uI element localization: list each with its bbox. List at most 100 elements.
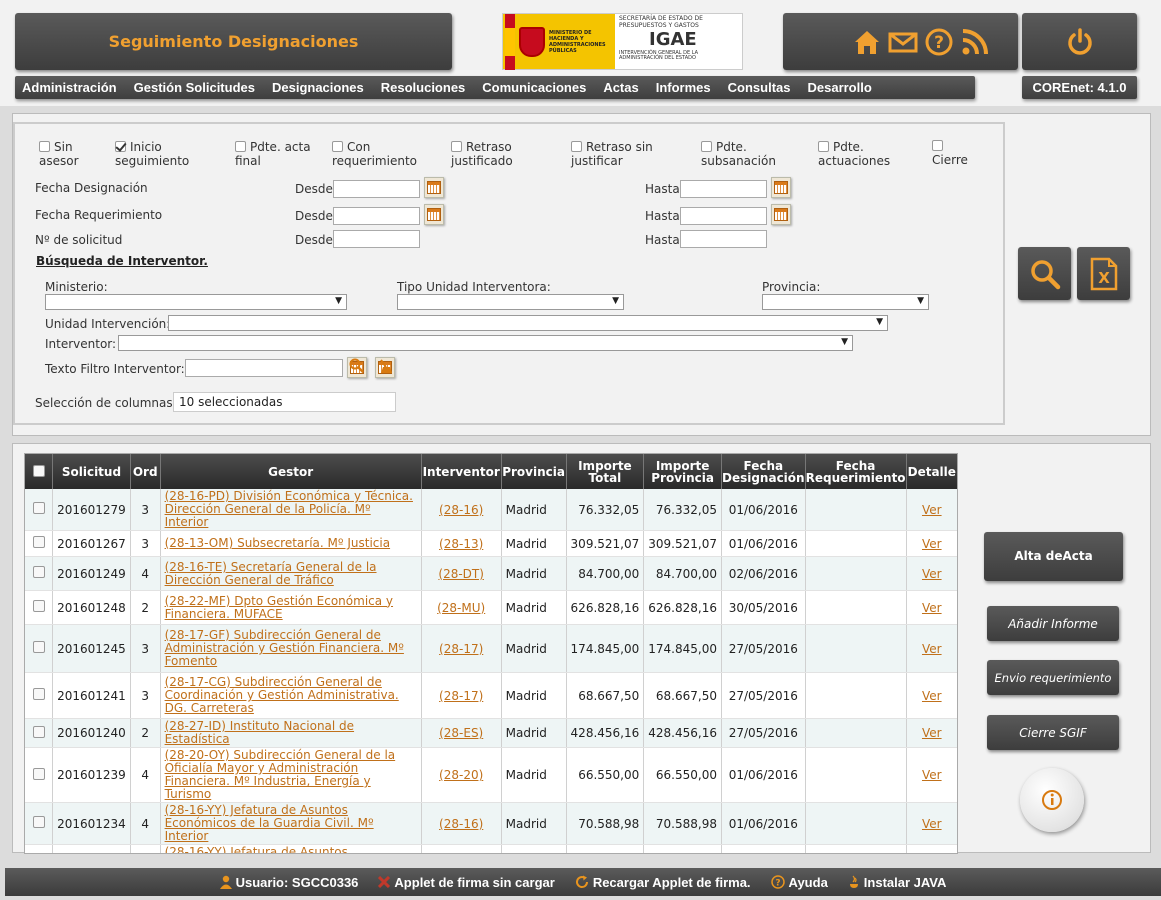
calendar-icon[interactable]: [424, 177, 444, 198]
menu-item-designaciones[interactable]: Designaciones: [265, 80, 370, 95]
ver-link[interactable]: Ver: [922, 817, 942, 831]
ver-link[interactable]: Ver: [922, 726, 942, 740]
gestor-link[interactable]: (28-17-GF) Subdirección General de Admin…: [165, 628, 404, 668]
interventor-link[interactable]: (28-MU): [437, 601, 485, 615]
export-excel-button[interactable]: X: [1077, 247, 1130, 300]
ayuda-text[interactable]: Ayuda: [789, 875, 828, 890]
row-checkbox-cell[interactable]: [25, 747, 54, 803]
power-button[interactable]: [1022, 13, 1137, 70]
interventor-link[interactable]: (28-13): [439, 537, 483, 551]
row-checkbox-cell[interactable]: [25, 672, 54, 719]
interventor-link[interactable]: (28-17): [439, 642, 483, 656]
row-checkbox[interactable]: [32, 536, 45, 548]
fecha-requerimiento-desde-input[interactable]: [333, 207, 420, 225]
interventor-select[interactable]: [118, 335, 853, 351]
checkbox[interactable]: [818, 141, 829, 152]
calendar-icon[interactable]: [771, 177, 791, 198]
footer-instalar-java[interactable]: Instalar JAVA: [848, 875, 947, 890]
checkbox[interactable]: [701, 141, 712, 152]
gestor-link[interactable]: (28-16-PD) División Económica y Técnica.…: [165, 489, 413, 529]
ver-link[interactable]: Ver: [922, 689, 942, 703]
checkbox[interactable]: [39, 141, 50, 152]
menu-item-administracion[interactable]: Administración: [15, 80, 123, 95]
footer-ayuda[interactable]: ? Ayuda: [770, 875, 828, 890]
interventor-link[interactable]: (28-17): [439, 689, 483, 703]
recargar-text[interactable]: Recargar Applet de firma.: [593, 875, 751, 890]
filter-con-requerimiento[interactable]: Con requerimiento: [332, 140, 422, 168]
menu-item-consultas[interactable]: Consultas: [721, 80, 797, 95]
ministerio-select[interactable]: [45, 294, 347, 310]
filter-pdte-subsanacion[interactable]: Pdte. subsanación: [701, 140, 786, 168]
menu-item-actas[interactable]: Actas: [596, 80, 644, 95]
menu-item-gestion-solicitudes[interactable]: Gestión Solicitudes: [127, 80, 261, 95]
anadir-informe-button[interactable]: Añadir Informe: [987, 606, 1119, 641]
filter-pdte-actuaciones[interactable]: Pdte. actuaciones: [818, 140, 898, 168]
checkbox[interactable]: [451, 141, 462, 152]
help-icon[interactable]: ?: [924, 27, 954, 57]
gestor-link[interactable]: (28-16-YY) Jefatura de Asuntos Económico…: [165, 803, 374, 843]
header-ord[interactable]: Ord: [130, 454, 161, 489]
interventor-link[interactable]: (28-16): [439, 817, 483, 831]
header-fecha-requerimiento[interactable]: Fecha Requerimiento: [805, 454, 907, 489]
row-checkbox[interactable]: [32, 725, 45, 738]
ver-link[interactable]: Ver: [922, 503, 942, 517]
alta-de-acta-button[interactable]: Alta de Acta: [984, 532, 1123, 581]
fecha-requerimiento-hasta-input[interactable]: [680, 207, 767, 225]
row-checkbox-cell[interactable]: [25, 556, 54, 591]
header-gestor[interactable]: Gestor: [160, 454, 422, 489]
filter-inicio-seguimiento[interactable]: Inicio seguimiento: [115, 140, 195, 168]
texto-filtro-input[interactable]: [185, 359, 343, 377]
num-solicitud-desde-input[interactable]: [333, 230, 420, 248]
mail-icon[interactable]: [888, 27, 918, 57]
row-checkbox-cell[interactable]: [25, 624, 54, 673]
ver-link[interactable]: Ver: [922, 567, 942, 581]
ver-link[interactable]: Ver: [922, 537, 942, 551]
gestor-link[interactable]: (28-13-OM) Subsecretaría. Mº Justicia: [165, 536, 391, 550]
ver-link[interactable]: Ver: [922, 601, 942, 615]
row-checkbox[interactable]: [32, 566, 45, 578]
interventor-link[interactable]: (28-ES): [439, 726, 483, 740]
unidad-intervencion-select[interactable]: [168, 315, 888, 331]
row-checkbox-cell[interactable]: [25, 718, 54, 748]
row-checkbox[interactable]: [32, 688, 45, 700]
checkbox[interactable]: [571, 141, 582, 152]
filter-retraso-sin-justificar[interactable]: Retraso sin justificar: [571, 140, 671, 168]
fecha-designacion-hasta-input[interactable]: [680, 180, 767, 198]
gestor-link[interactable]: (28-27-ID) Instituto Nacional de Estadís…: [165, 719, 354, 746]
header-fecha-designacion[interactable]: Fecha Designación: [721, 454, 806, 489]
instalar-java-text[interactable]: Instalar JAVA: [864, 875, 947, 890]
menu-item-desarrollo[interactable]: Desarrollo: [800, 80, 877, 95]
gestor-link[interactable]: (28-17-CG) Subdirección General de Coord…: [165, 675, 399, 715]
checkbox[interactable]: [932, 140, 943, 151]
row-checkbox-cell[interactable]: [25, 590, 54, 625]
row-checkbox-cell[interactable]: [25, 802, 54, 845]
row-checkbox-cell[interactable]: [25, 489, 54, 531]
row-checkbox[interactable]: [32, 641, 45, 653]
filter-sin-asesor[interactable]: Sin asesor: [39, 140, 109, 168]
menu-item-resoluciones[interactable]: Resoluciones: [374, 80, 472, 95]
header-interventor[interactable]: Interventor: [421, 454, 502, 489]
header-importe-provincia[interactable]: Importe Provincia: [643, 454, 722, 489]
envio-requerimiento-button[interactable]: Envio requerimiento: [987, 660, 1119, 695]
gestor-link[interactable]: (28-22-MF) Dpto Gestión Económica y Fina…: [165, 594, 393, 621]
fecha-designacion-desde-input[interactable]: [333, 180, 420, 198]
ver-link[interactable]: Ver: [922, 642, 942, 656]
menu-item-informes[interactable]: Informes: [649, 80, 717, 95]
columnas-select[interactable]: 10 seleccionadas: [173, 392, 396, 412]
header-provincia[interactable]: Provincia: [501, 454, 567, 489]
search-button[interactable]: [1018, 247, 1071, 300]
interventor-link[interactable]: (28-DT): [438, 567, 484, 581]
interventor-link[interactable]: (28-20): [439, 768, 483, 782]
filter-retraso-justificado[interactable]: Retraso justificado: [451, 140, 531, 168]
header-importe-total[interactable]: Importe Total: [566, 454, 645, 489]
header-solicitud[interactable]: Solicitud: [52, 454, 131, 489]
tipo-unidad-select[interactable]: [397, 294, 624, 310]
cierre-sgif-button[interactable]: Cierre SGIF: [987, 715, 1119, 750]
row-checkbox[interactable]: [32, 767, 45, 780]
rss-icon[interactable]: [960, 27, 990, 57]
info-button[interactable]: [1020, 768, 1084, 832]
row-checkbox-cell[interactable]: [25, 844, 54, 853]
num-solicitud-hasta-input[interactable]: [680, 230, 767, 248]
gestor-link[interactable]: (28-16-TE) Secretaría General de la Dire…: [165, 560, 377, 587]
home-icon[interactable]: [852, 27, 882, 57]
